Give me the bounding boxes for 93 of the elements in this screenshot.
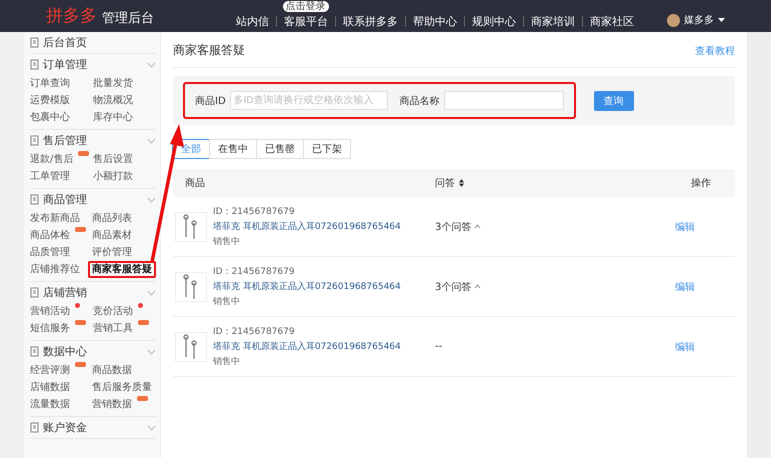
user-name[interactable]: 媒多多	[684, 13, 714, 27]
nav-link[interactable]: 商家培训	[523, 16, 582, 27]
field-label: 商品名称	[400, 94, 440, 108]
qa-count: 3个问答	[435, 280, 472, 294]
product-id: ID：21456787679	[213, 326, 296, 338]
product-status: 销售中	[213, 236, 241, 248]
nav-link[interactable]: 规则中心	[464, 16, 523, 27]
document-icon	[30, 346, 39, 357]
sidebar-item[interactable]: 店铺推荐位	[26, 261, 84, 278]
sidebar-item[interactable]: 工单管理	[26, 168, 74, 185]
chevron-icon[interactable]	[147, 290, 156, 296]
product-name-link[interactable]: 塔菲克 耳机原装正品入耳072601968765464	[213, 280, 401, 293]
product-name-link[interactable]: 塔菲克 耳机原装正品入耳072601968765464	[213, 220, 401, 233]
sidebar-item[interactable]: 流量数据	[26, 396, 74, 413]
chevron-up-icon[interactable]	[474, 224, 482, 229]
sidebar-section-title[interactable]: 数据中心	[43, 344, 87, 359]
sidebar-item[interactable]: 批量发货	[89, 75, 137, 92]
sidebar-item[interactable]: 售后服务质量	[88, 379, 156, 396]
sidebar-item[interactable]: 退款/售后	[26, 151, 78, 168]
chevron-icon[interactable]	[147, 62, 156, 68]
sidebar-item[interactable]: 品质管理	[26, 244, 74, 261]
column-header[interactable]: 问答	[435, 176, 455, 190]
qa-count: --	[435, 341, 442, 352]
sidebar-item[interactable]: 订单查询	[26, 75, 74, 92]
document-icon	[30, 59, 39, 70]
sidebar-section-title[interactable]: 商品管理	[43, 192, 87, 207]
caret-icon[interactable]	[718, 18, 725, 22]
column-header: 操作	[691, 177, 711, 190]
edit-link[interactable]: 编辑	[675, 340, 695, 354]
sidebar-item[interactable]: 商品体检	[26, 227, 74, 244]
sort-icon[interactable]	[459, 179, 464, 187]
sidebar-item[interactable]: 评价管理	[88, 244, 136, 261]
document-icon	[30, 287, 39, 298]
sidebar-item[interactable]: 店铺数据	[26, 379, 74, 396]
chevron-icon[interactable]	[147, 424, 156, 430]
product-id: ID：21456787679	[213, 266, 296, 278]
sidebar-item[interactable]: 商品数据	[88, 362, 136, 379]
sidebar-section-title[interactable]: 店铺营销	[43, 285, 87, 300]
earphone-thumbnail	[175, 272, 207, 302]
sidebar-item[interactable]: 营销数据	[88, 396, 136, 413]
nav-link[interactable]: 帮助中心	[405, 16, 464, 27]
avatar[interactable]	[667, 14, 680, 26]
sidebar-item[interactable]: 售后设置	[89, 151, 137, 168]
document-icon	[30, 135, 39, 146]
sidebar-item[interactable]: 商品素材	[88, 227, 136, 244]
sidebar-section-title[interactable]: 账户资金	[43, 420, 87, 435]
product-status: 销售中	[213, 296, 241, 308]
sidebar-item[interactable]: 短信服务	[26, 320, 74, 337]
earphone-thumbnail	[175, 212, 207, 242]
sidebar-item[interactable]: 商品列表	[88, 210, 136, 227]
document-icon	[30, 37, 39, 48]
product-name-link[interactable]: 塔菲克 耳机原装正品入耳072601968765464	[213, 340, 401, 353]
earphone-thumbnail	[175, 332, 207, 362]
chevron-up-icon[interactable]	[474, 284, 482, 289]
chevron-icon[interactable]	[147, 348, 156, 354]
sidebar-item[interactable]: 营销工具	[89, 320, 137, 337]
column-header: 商品	[185, 176, 206, 190]
nav-link[interactable]: 联系拼多多	[335, 16, 405, 27]
sidebar-section-title[interactable]: 后台首页	[43, 35, 87, 50]
input-field[interactable]	[444, 91, 564, 110]
login-badge[interactable]: 点击登录	[282, 1, 328, 12]
qa-count: 3个问答	[435, 220, 472, 234]
product-status: 销售中	[213, 356, 241, 368]
tab[interactable]: 在售中	[209, 139, 257, 159]
tab[interactable]: 已售罄	[256, 139, 304, 159]
page-title: 商家客服答疑	[173, 42, 245, 59]
field-label: 商品ID	[195, 94, 226, 108]
sidebar-item[interactable]: 商家客服答疑	[88, 261, 156, 278]
logo: 拼多多	[46, 5, 97, 27]
document-icon	[30, 422, 39, 433]
tab[interactable]: 已下架	[303, 139, 351, 159]
sidebar-item[interactable]: 发布新商品	[26, 210, 84, 227]
sidebar-item[interactable]: 包裹中心	[26, 109, 74, 126]
document-icon	[30, 194, 39, 205]
edit-link[interactable]: 编辑	[675, 280, 695, 294]
nav-link[interactable]: 站内信	[229, 16, 276, 27]
edit-link[interactable]: 编辑	[675, 220, 695, 234]
sidebar-item[interactable]: 营销活动	[26, 303, 74, 320]
sidebar-item[interactable]: 运费模版	[26, 92, 74, 109]
sidebar-item[interactable]: 物流概况	[89, 92, 137, 109]
input-field[interactable]: 多ID查询请换行或空格依次输入	[230, 91, 388, 110]
sidebar-item[interactable]: 库存中心	[89, 109, 137, 126]
sidebar-item[interactable]: 竞价活动	[89, 303, 137, 320]
sidebar-item[interactable]: 小额打款	[89, 168, 137, 185]
logo-subtitle: 管理后台	[102, 10, 154, 27]
nav-link[interactable]: 客服平台	[276, 16, 335, 27]
product-id: ID：21456787679	[213, 206, 296, 218]
chevron-icon[interactable]	[147, 138, 156, 144]
nav-link[interactable]: 商家社区	[582, 16, 641, 27]
sidebar-section-title[interactable]: 售后管理	[43, 133, 87, 148]
sidebar-item[interactable]: 经营评测	[26, 362, 74, 379]
sidebar-section-title[interactable]: 订单管理	[43, 57, 87, 72]
chevron-icon[interactable]	[147, 196, 156, 202]
